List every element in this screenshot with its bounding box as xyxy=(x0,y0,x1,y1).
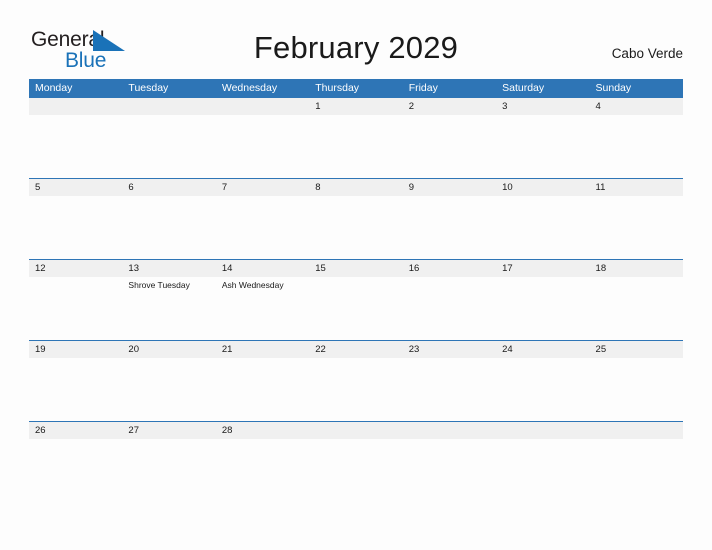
day-event xyxy=(590,358,683,374)
week-row: 12 13 14 15 16 17 18 Shrove Tuesday Ash … xyxy=(29,259,683,340)
day-cell[interactable] xyxy=(29,98,122,115)
day-cell[interactable] xyxy=(496,422,589,439)
day-event xyxy=(216,196,309,212)
week-row: 1 2 3 4 xyxy=(29,97,683,178)
day-event xyxy=(29,358,122,374)
day-event-band xyxy=(29,358,683,374)
calendar-grid: Monday Tuesday Wednesday Thursday Friday… xyxy=(29,79,683,447)
day-event xyxy=(496,115,589,131)
day-event-band xyxy=(29,115,683,131)
weekday-monday: Monday xyxy=(35,82,73,94)
day-cell[interactable]: 10 xyxy=(496,179,589,196)
calendar-page: General Blue February 2029 Cabo Verde Mo… xyxy=(0,0,712,550)
day-cell[interactable]: 21 xyxy=(216,341,309,358)
day-event xyxy=(496,358,589,374)
day-event xyxy=(122,196,215,212)
day-cell[interactable]: 18 xyxy=(590,260,683,277)
day-number-band: 12 13 14 15 16 17 18 xyxy=(29,260,683,277)
day-event xyxy=(309,277,402,293)
day-cell[interactable]: 14 xyxy=(216,260,309,277)
day-cell[interactable] xyxy=(590,422,683,439)
day-cell[interactable]: 28 xyxy=(216,422,309,439)
day-event xyxy=(590,196,683,212)
country-label: Cabo Verde xyxy=(611,46,683,61)
day-event xyxy=(309,196,402,212)
day-number-band: 26 27 28 xyxy=(29,422,683,439)
day-cell[interactable]: 15 xyxy=(309,260,402,277)
day-number-band: 1 2 3 4 xyxy=(29,98,683,115)
day-cell[interactable]: 8 xyxy=(309,179,402,196)
day-cell[interactable] xyxy=(216,98,309,115)
day-cell[interactable]: 24 xyxy=(496,341,589,358)
day-cell[interactable]: 27 xyxy=(122,422,215,439)
day-event xyxy=(403,358,496,374)
day-cell[interactable]: 3 xyxy=(496,98,589,115)
week-row: 19 20 21 22 23 24 25 xyxy=(29,340,683,421)
day-cell[interactable]: 25 xyxy=(590,341,683,358)
weekday-thursday: Thursday xyxy=(315,82,360,94)
day-cell[interactable]: 6 xyxy=(122,179,215,196)
day-cell[interactable]: 11 xyxy=(590,179,683,196)
day-cell[interactable]: 4 xyxy=(590,98,683,115)
week-row: 5 6 7 8 9 10 11 xyxy=(29,178,683,259)
day-cell[interactable]: 2 xyxy=(403,98,496,115)
weekday-friday: Friday xyxy=(408,82,438,94)
day-cell[interactable]: 7 xyxy=(216,179,309,196)
day-cell[interactable]: 5 xyxy=(29,179,122,196)
day-event xyxy=(496,277,589,293)
day-cell[interactable] xyxy=(403,422,496,439)
day-cell[interactable]: 13 xyxy=(122,260,215,277)
day-event xyxy=(216,115,309,131)
day-number-band: 5 6 7 8 9 10 11 xyxy=(29,179,683,196)
day-event-shrove-tuesday: Shrove Tuesday xyxy=(128,280,190,290)
day-event xyxy=(590,115,683,131)
day-number-band: 19 20 21 22 23 24 25 xyxy=(29,341,683,358)
day-event xyxy=(309,115,402,131)
day-event-band: Shrove Tuesday Ash Wednesday xyxy=(29,277,683,293)
day-event xyxy=(590,277,683,293)
day-cell[interactable]: 23 xyxy=(403,341,496,358)
day-cell[interactable]: 9 xyxy=(403,179,496,196)
day-cell[interactable]: 12 xyxy=(29,260,122,277)
day-cell[interactable]: 1 xyxy=(309,98,402,115)
day-event xyxy=(122,358,215,374)
day-event xyxy=(403,277,496,293)
day-cell[interactable] xyxy=(309,422,402,439)
day-cell[interactable]: 17 xyxy=(496,260,589,277)
day-cell[interactable]: 19 xyxy=(29,341,122,358)
day-cell[interactable]: 26 xyxy=(29,422,122,439)
day-event xyxy=(216,358,309,374)
weekday-sunday: Sunday xyxy=(595,82,632,94)
day-event-ash-wednesday: Ash Wednesday xyxy=(221,280,284,290)
weekday-tuesday: Tuesday xyxy=(128,82,169,94)
day-cell[interactable]: 20 xyxy=(122,341,215,358)
day-event xyxy=(29,196,122,212)
day-event xyxy=(122,115,215,131)
day-event xyxy=(29,277,122,293)
weekday-header-row: Monday Tuesday Wednesday Thursday Friday… xyxy=(29,79,683,97)
day-event xyxy=(496,196,589,212)
day-cell[interactable]: 22 xyxy=(309,341,402,358)
weekday-saturday: Saturday xyxy=(502,82,545,94)
page-title: February 2029 xyxy=(253,30,459,65)
week-row: 26 27 28 xyxy=(29,421,683,447)
day-event xyxy=(403,115,496,131)
day-cell[interactable]: 16 xyxy=(403,260,496,277)
page-header: General Blue February 2029 Cabo Verde xyxy=(0,0,712,78)
day-event xyxy=(29,115,122,131)
day-event xyxy=(403,196,496,212)
day-event xyxy=(309,358,402,374)
day-event-band xyxy=(29,196,683,212)
day-cell[interactable] xyxy=(122,98,215,115)
weekday-wednesday: Wednesday xyxy=(221,82,278,94)
